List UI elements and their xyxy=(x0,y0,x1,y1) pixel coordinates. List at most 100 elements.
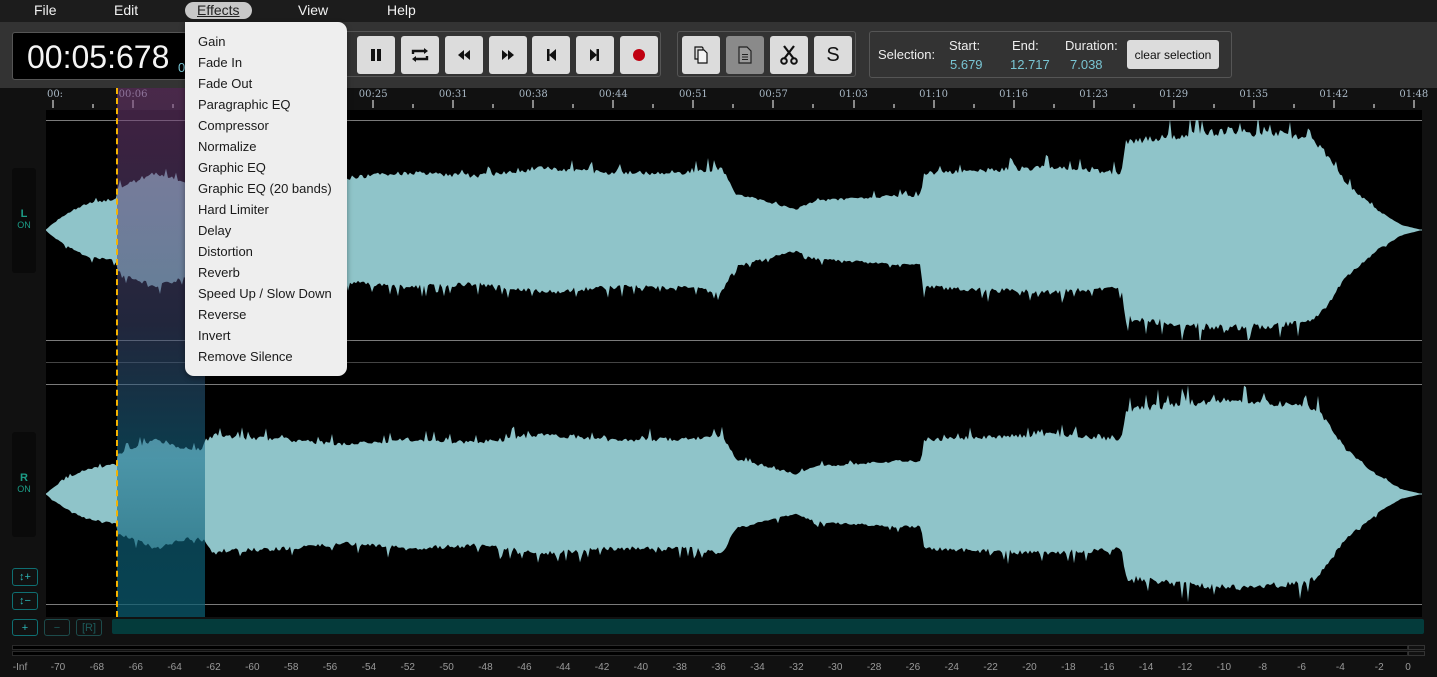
meter-scale-label: -34 xyxy=(750,662,765,673)
copy-button[interactable] xyxy=(682,36,720,74)
selection-end-value: 12.717 xyxy=(1010,57,1050,72)
meter-scale-label: -52 xyxy=(400,662,415,673)
timeline-major-tick xyxy=(532,100,535,108)
timeline-major-tick xyxy=(452,100,455,108)
effects-menu-item[interactable]: Invert xyxy=(185,325,347,346)
silence-button[interactable]: S xyxy=(814,36,852,74)
meter-scale-label: -42 xyxy=(594,662,610,673)
menu-file[interactable]: File xyxy=(22,2,69,19)
effects-menu-item[interactable]: Remove Silence xyxy=(185,346,347,367)
meter-scale-label: -70 xyxy=(50,662,66,673)
timeline-tick-label: 01:23 xyxy=(1079,89,1109,100)
vertical-zoom-in-button[interactable]: ↕+ xyxy=(12,568,38,586)
effects-menu-item[interactable]: Graphic EQ (20 bands) xyxy=(185,178,347,199)
skip-to-start-button[interactable] xyxy=(532,36,570,74)
timeline-minor-tick xyxy=(1052,104,1055,108)
effects-menu-item[interactable]: Delay xyxy=(185,220,347,241)
effects-menu-item[interactable]: Fade In xyxy=(185,52,347,73)
timeline-major-tick xyxy=(612,100,615,108)
meter-scale-label: -2 xyxy=(1374,662,1384,673)
clear-selection-button[interactable]: clear selection xyxy=(1127,40,1219,69)
effects-menu-item[interactable]: Compressor xyxy=(185,115,347,136)
menu-bar: File Edit Effects View Help xyxy=(0,0,1437,22)
left-channel-toggle[interactable]: L ON xyxy=(12,168,36,273)
meter-scale-label: -50 xyxy=(439,662,454,673)
timeline-minor-tick xyxy=(972,104,975,108)
minus-icon: − xyxy=(53,621,61,634)
timeline-major-tick xyxy=(1332,100,1335,108)
timeline-minor-tick xyxy=(572,104,575,108)
meter-scale-label: -54 xyxy=(361,662,377,673)
paste-button[interactable] xyxy=(726,36,764,74)
meter-scale-label: -36 xyxy=(711,662,726,673)
horizontal-zoom-out-button[interactable]: − xyxy=(44,619,70,636)
timeline-minor-tick xyxy=(652,104,655,108)
rewind-icon xyxy=(458,50,470,60)
selection-label: Selection: xyxy=(878,47,936,62)
meter-scale-label: -68 xyxy=(89,662,105,673)
meter-scale-label: -22 xyxy=(983,662,998,673)
effects-menu-item[interactable]: Fade Out xyxy=(185,73,347,94)
timeline-minor-tick xyxy=(492,104,495,108)
meter-scale-label: -16 xyxy=(1099,662,1115,673)
selection-duration-label: Duration: xyxy=(1065,38,1118,53)
effects-menu-item[interactable]: Hard Limiter xyxy=(185,199,347,220)
timeline-tick-label: 01:35 xyxy=(1239,89,1269,100)
effects-menu-item[interactable]: Gain xyxy=(185,31,347,52)
skip-end-icon xyxy=(590,49,599,61)
meter-scale-label: -32 xyxy=(789,662,804,673)
meter-scale-label: -40 xyxy=(633,662,649,673)
skip-to-end-button[interactable] xyxy=(576,36,614,74)
right-channel-toggle[interactable]: R ON xyxy=(12,432,36,537)
timeline-tick-label: 00:51 xyxy=(678,89,708,100)
menu-help[interactable]: Help xyxy=(375,2,428,19)
reset-label: [R] xyxy=(81,621,97,634)
effects-menu-item[interactable]: Reverse xyxy=(185,304,347,325)
meter-scale-label: -60 xyxy=(245,662,260,673)
effects-menu-item[interactable]: Distortion xyxy=(185,241,347,262)
meter-scale-label: -14 xyxy=(1138,662,1154,673)
timeline-tick-label: 00:57 xyxy=(759,89,788,100)
vertical-zoom-out-button[interactable]: ↕− xyxy=(12,592,38,610)
menu-view[interactable]: View xyxy=(286,2,340,19)
channel-letter: R xyxy=(20,472,28,484)
timeline-tick-label: 01:48 xyxy=(1399,89,1429,100)
cut-button[interactable] xyxy=(770,36,808,74)
loop-icon xyxy=(411,48,429,62)
timeline-tick-label: 00:31 xyxy=(438,89,468,100)
timeline-tick-label: 00:44 xyxy=(598,89,628,100)
meter-scale-label: -58 xyxy=(283,662,299,673)
meter-peak-left xyxy=(1408,645,1425,650)
time-display: 00:05:678 0 xyxy=(12,32,187,80)
effects-menu-item[interactable]: Reverb xyxy=(185,262,347,283)
rewind-button[interactable] xyxy=(445,36,483,74)
fast-forward-button[interactable] xyxy=(489,36,527,74)
horizontal-scrollbar[interactable] xyxy=(112,619,1424,634)
effects-menu-item[interactable]: Paragraphic EQ xyxy=(185,94,347,115)
channel-letter: L xyxy=(20,208,28,220)
meter-scale-label: -18 xyxy=(1061,662,1076,673)
selection-info: Selection: Start: 5.679 End: 12.717 Dura… xyxy=(869,31,1232,78)
timeline-minor-tick xyxy=(1132,104,1135,108)
horizontal-zoom-in-button[interactable]: + xyxy=(12,619,38,636)
pause-icon xyxy=(371,49,381,61)
fast-forward-icon xyxy=(502,50,514,60)
track-bottom-border xyxy=(46,604,1422,605)
timeline-major-tick xyxy=(932,100,935,108)
timeline-tick-label: 00: xyxy=(46,89,64,100)
menu-edit[interactable]: Edit xyxy=(102,2,150,19)
reset-zoom-button[interactable]: [R] xyxy=(76,619,102,636)
selection-duration-value: 7.038 xyxy=(1070,57,1103,72)
record-button[interactable] xyxy=(620,36,658,74)
meter-scale-label: -10 xyxy=(1216,662,1232,673)
waveform-shape xyxy=(46,385,1422,603)
timeline-major-tick xyxy=(372,100,375,108)
loop-button[interactable] xyxy=(401,36,439,74)
effects-menu-item[interactable]: Speed Up / Slow Down xyxy=(185,283,347,304)
effects-menu-item[interactable]: Graphic EQ xyxy=(185,157,347,178)
meter-peak-right xyxy=(1408,651,1425,656)
timeline-minor-tick xyxy=(1372,104,1375,108)
pause-button[interactable] xyxy=(357,36,395,74)
menu-effects[interactable]: Effects xyxy=(185,2,252,19)
effects-menu-item[interactable]: Normalize xyxy=(185,136,347,157)
